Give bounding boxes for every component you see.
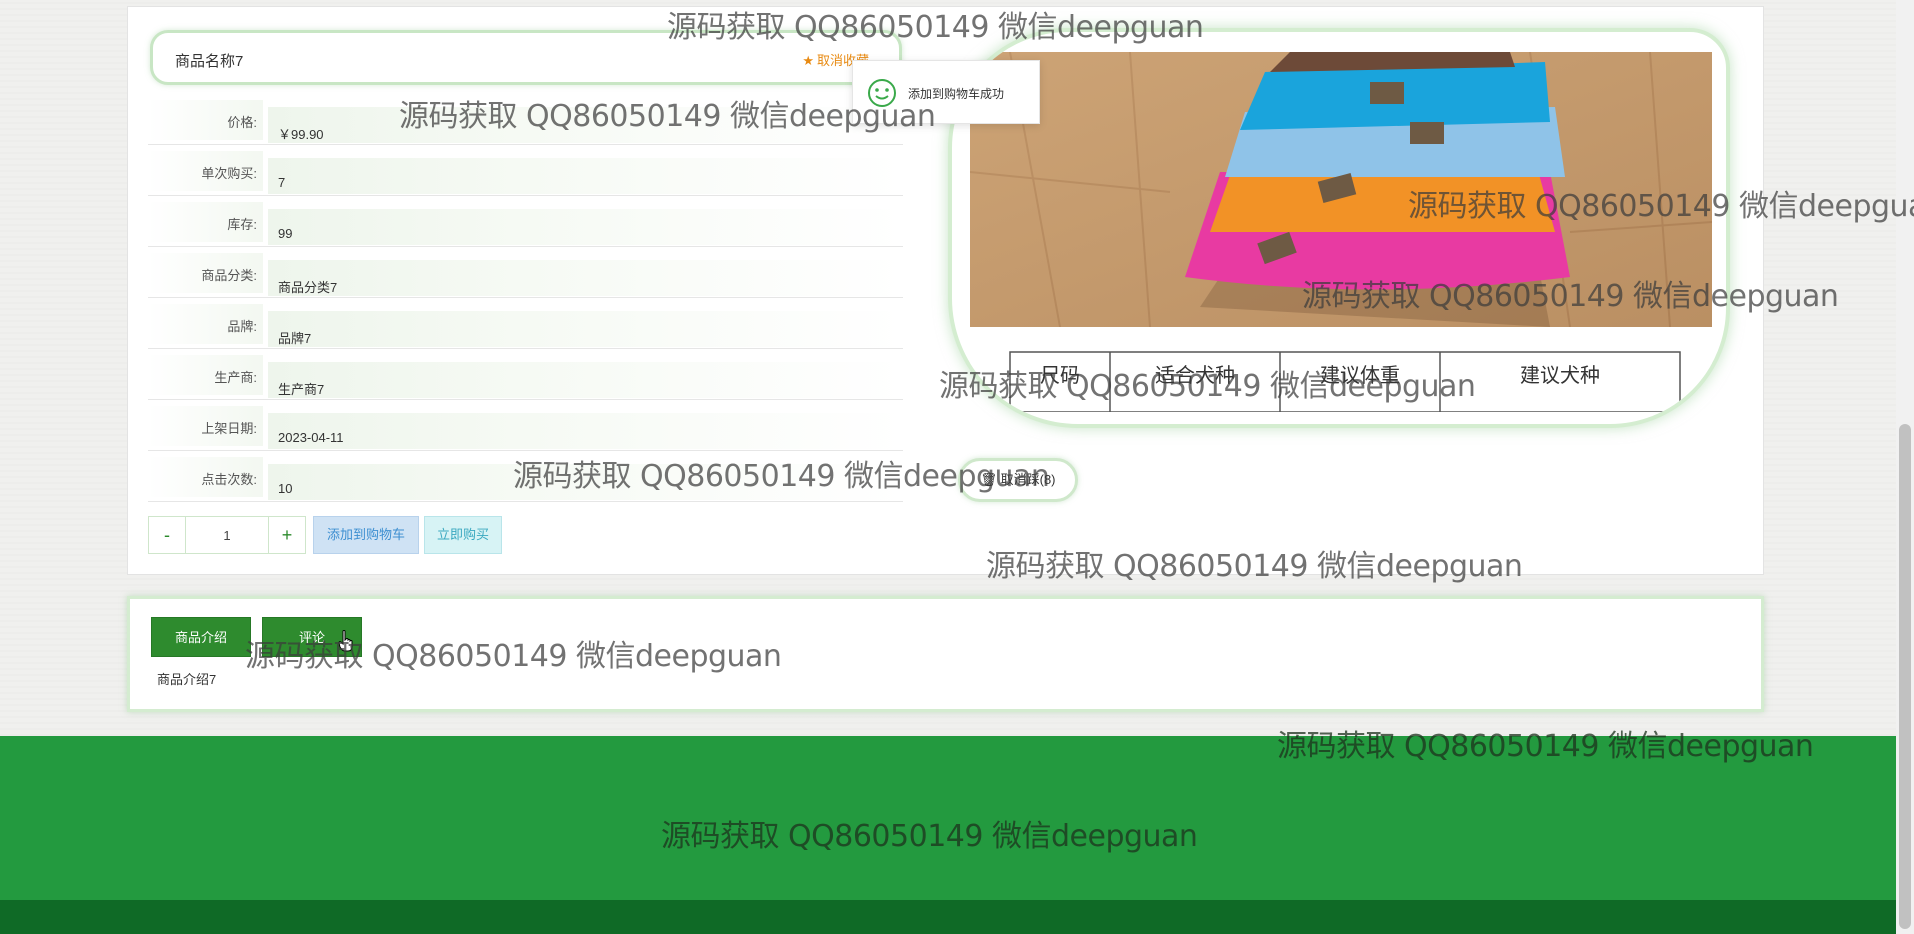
- attr-value-box: [268, 107, 903, 143]
- scrollbar-thumb[interactable]: [1899, 424, 1911, 929]
- attr-value: 品牌7: [278, 331, 312, 346]
- attr-label-box: 生产商:: [148, 355, 263, 395]
- toast-message: 添加到购物车成功: [908, 87, 1005, 101]
- attr-value: 99: [278, 226, 293, 241]
- attr-label-box: 单次购买:: [148, 151, 263, 191]
- attr-label-box: 点击次数:: [148, 457, 263, 497]
- attr-label-box: 价格:: [148, 100, 263, 140]
- product-image: 尺码 适合犬种 建议体重 建议犬种: [970, 52, 1712, 412]
- trash-icon: 🗑: [980, 472, 997, 487]
- attr-value-box: [268, 464, 903, 500]
- buy-now-button[interactable]: 立即购买: [424, 516, 502, 554]
- image-table-header-dog: 建议犬种: [1520, 363, 1600, 387]
- success-toast: 添加到购物车成功: [852, 60, 1040, 124]
- attr-value-box: [268, 209, 903, 245]
- product-image-frame: 尺码 适合犬种 建议体重 建议犬种: [948, 28, 1730, 428]
- attr-row-manufacturer: 生产商: 生产商7: [148, 350, 903, 400]
- attr-value: 生产商7: [278, 382, 325, 397]
- attr-label-box: 上架日期:: [148, 406, 263, 446]
- attr-value: 7: [278, 175, 286, 190]
- image-table-header-breed: 适合犬种: [1155, 363, 1235, 387]
- attr-value: 商品分类7: [278, 280, 338, 295]
- quantity-increase-button[interactable]: +: [268, 516, 306, 554]
- product-name: 商品名称7: [175, 53, 244, 70]
- attr-label: 单次购买:: [201, 166, 257, 181]
- attr-value-box: [268, 362, 903, 398]
- attr-value-box: [268, 260, 903, 296]
- attr-row-category: 商品分类: 商品分类7: [148, 248, 903, 298]
- attr-label-box: 库存:: [148, 202, 263, 242]
- attr-value-box: [268, 413, 903, 449]
- cancel-dislike-label: 取消踩(8): [1000, 472, 1056, 487]
- footer: [0, 736, 1914, 900]
- star-icon: ★: [802, 53, 814, 68]
- product-title-bar: 商品名称7 ★ 取消收藏: [150, 30, 902, 85]
- quantity-input[interactable]: [186, 516, 268, 554]
- image-table-header-weight: 建议体重: [1320, 363, 1400, 387]
- attr-value-box: [268, 311, 903, 347]
- add-to-cart-button[interactable]: 添加到购物车: [313, 516, 419, 554]
- image-table-header-size: 尺码: [1040, 363, 1080, 387]
- tab-intro[interactable]: 商品介绍: [151, 617, 251, 657]
- attr-row-stock: 库存: 99: [148, 197, 903, 247]
- cancel-dislike-button[interactable]: 🗑 取消踩(8): [958, 458, 1078, 502]
- quantity-decrease-button[interactable]: -: [148, 516, 186, 554]
- attr-label: 上架日期:: [201, 421, 257, 436]
- attr-label: 品牌:: [227, 319, 257, 334]
- intro-content: 商品介绍7: [157, 672, 217, 687]
- attr-row-clicks: 点击次数: 10: [148, 452, 903, 502]
- attr-label: 生产商:: [214, 370, 257, 385]
- footer-bottom-bar: [0, 900, 1914, 934]
- attr-label: 点击次数:: [201, 472, 257, 487]
- attr-value-box: [268, 158, 903, 194]
- attr-row-brand: 品牌: 品牌7: [148, 299, 903, 349]
- attr-value: 2023-04-11: [278, 430, 344, 445]
- attr-value: 10: [278, 481, 293, 496]
- attr-row-price: 价格: ￥99.90: [148, 95, 903, 145]
- hand-cursor-icon: [338, 630, 353, 652]
- attr-row-listing-date: 上架日期: 2023-04-11: [148, 401, 903, 451]
- attr-label-box: 商品分类:: [148, 253, 263, 293]
- smile-icon: [868, 79, 896, 107]
- attr-label-box: 品牌:: [148, 304, 263, 344]
- attr-label: 价格:: [227, 115, 257, 130]
- attr-row-per-purchase: 单次购买: 7: [148, 146, 903, 196]
- tabs-panel: 商品介绍 评论 商品介绍7: [127, 596, 1764, 712]
- attr-label: 商品分类:: [201, 268, 257, 283]
- attr-label: 库存:: [227, 217, 257, 232]
- attr-value: ￥99.90: [278, 127, 324, 142]
